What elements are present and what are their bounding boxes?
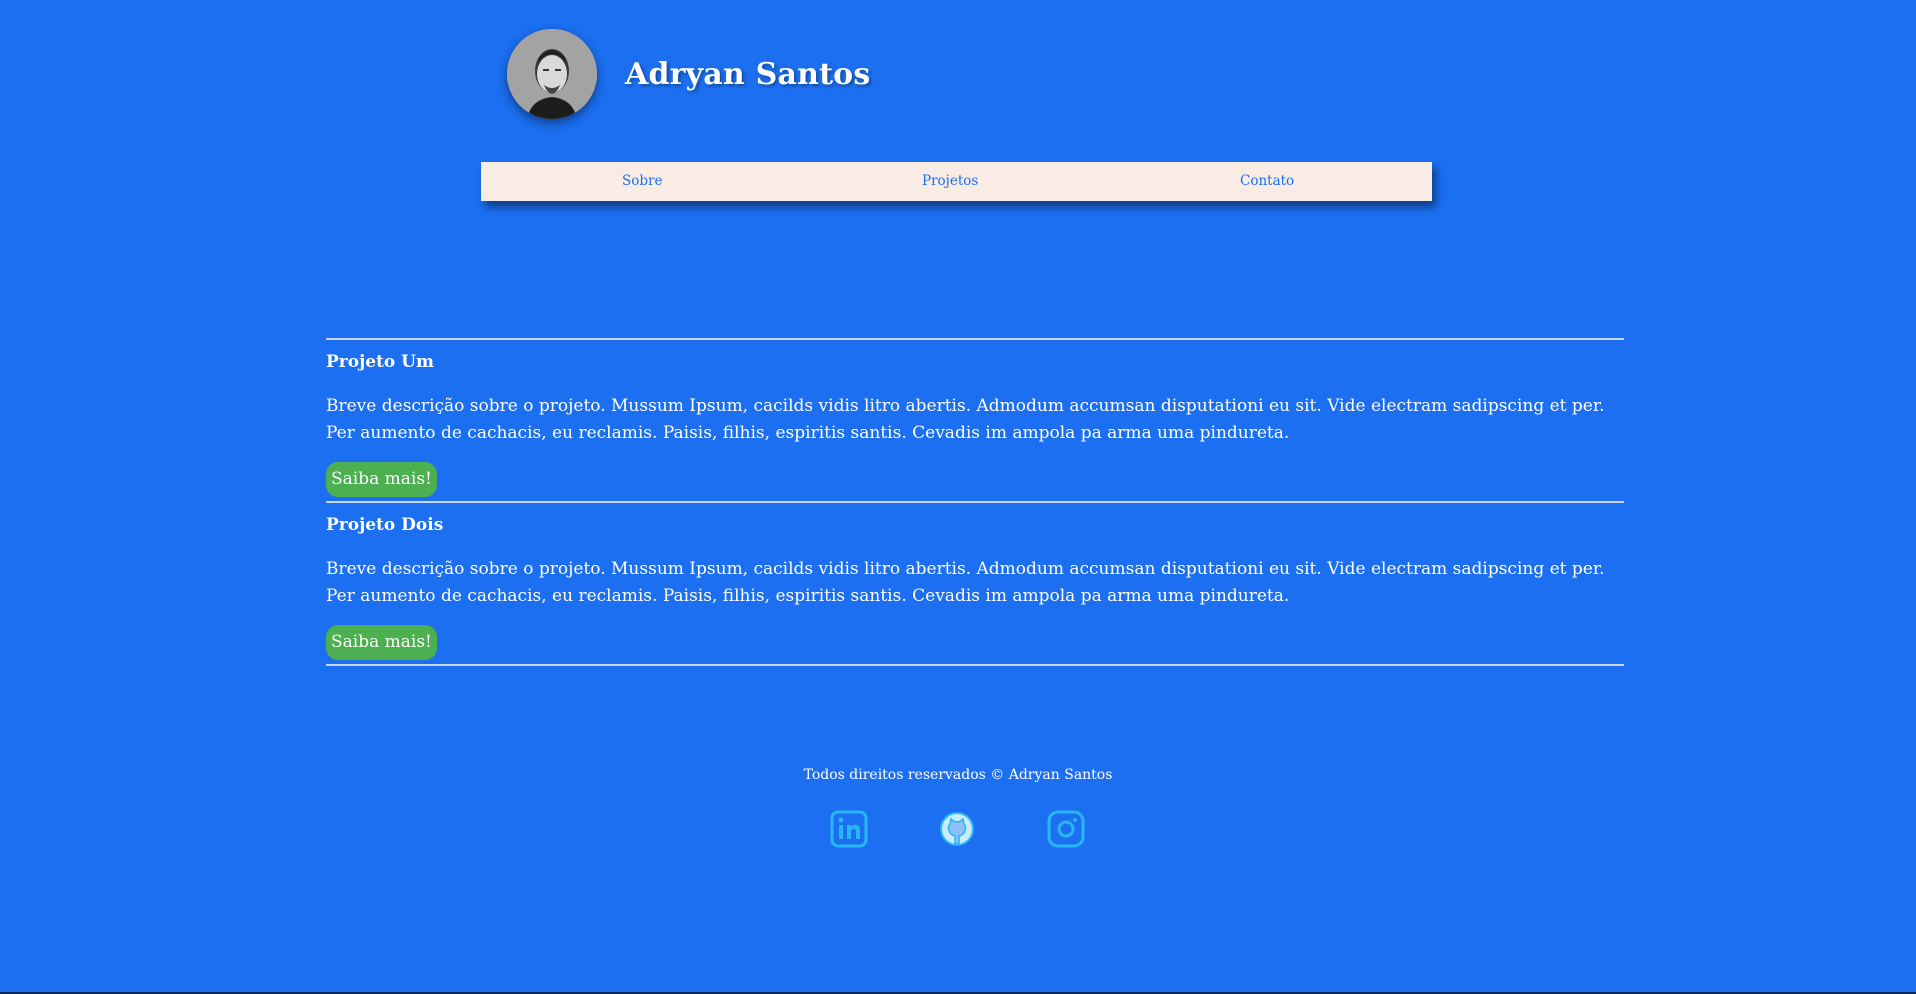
social-links [830,810,1085,850]
project-description: Breve descrição sobre o projeto. Mussum … [326,559,1605,606]
nav-item-contato[interactable]: Contato [1240,173,1294,189]
project-title: Projeto Um [326,352,434,372]
site-footer: Todos direitos reservados © Adryan Santo… [0,767,1916,783]
saiba-mais-button[interactable]: Saiba mais! [326,625,437,660]
projects-section: Projeto Um Breve descrição sobre o proje… [326,338,1624,666]
saiba-mais-button[interactable]: Saiba mais! [326,462,437,497]
nav-item-sobre[interactable]: Sobre [622,173,662,189]
instagram-icon[interactable] [1047,810,1085,848]
main-nav: Sobre Projetos Contato [481,162,1432,201]
avatar [507,29,597,119]
profile-photo-icon [507,29,597,119]
copyright-text: Todos direitos reservados © Adryan Santo… [803,767,1113,783]
linkedin-icon[interactable] [830,810,868,848]
project-description: Breve descrição sobre o projeto. Mussum … [326,396,1605,443]
site-title: Adryan Santos [625,56,871,92]
project-title: Projeto Dois [326,515,444,535]
site-header: Adryan Santos [507,29,870,119]
divider [326,664,1624,666]
github-icon[interactable] [938,810,976,848]
project-card-one: Projeto Um Breve descrição sobre o proje… [326,340,1624,501]
project-card-two: Projeto Dois Breve descrição sobre o pro… [326,503,1624,664]
nav-item-projetos[interactable]: Projetos [922,173,978,189]
